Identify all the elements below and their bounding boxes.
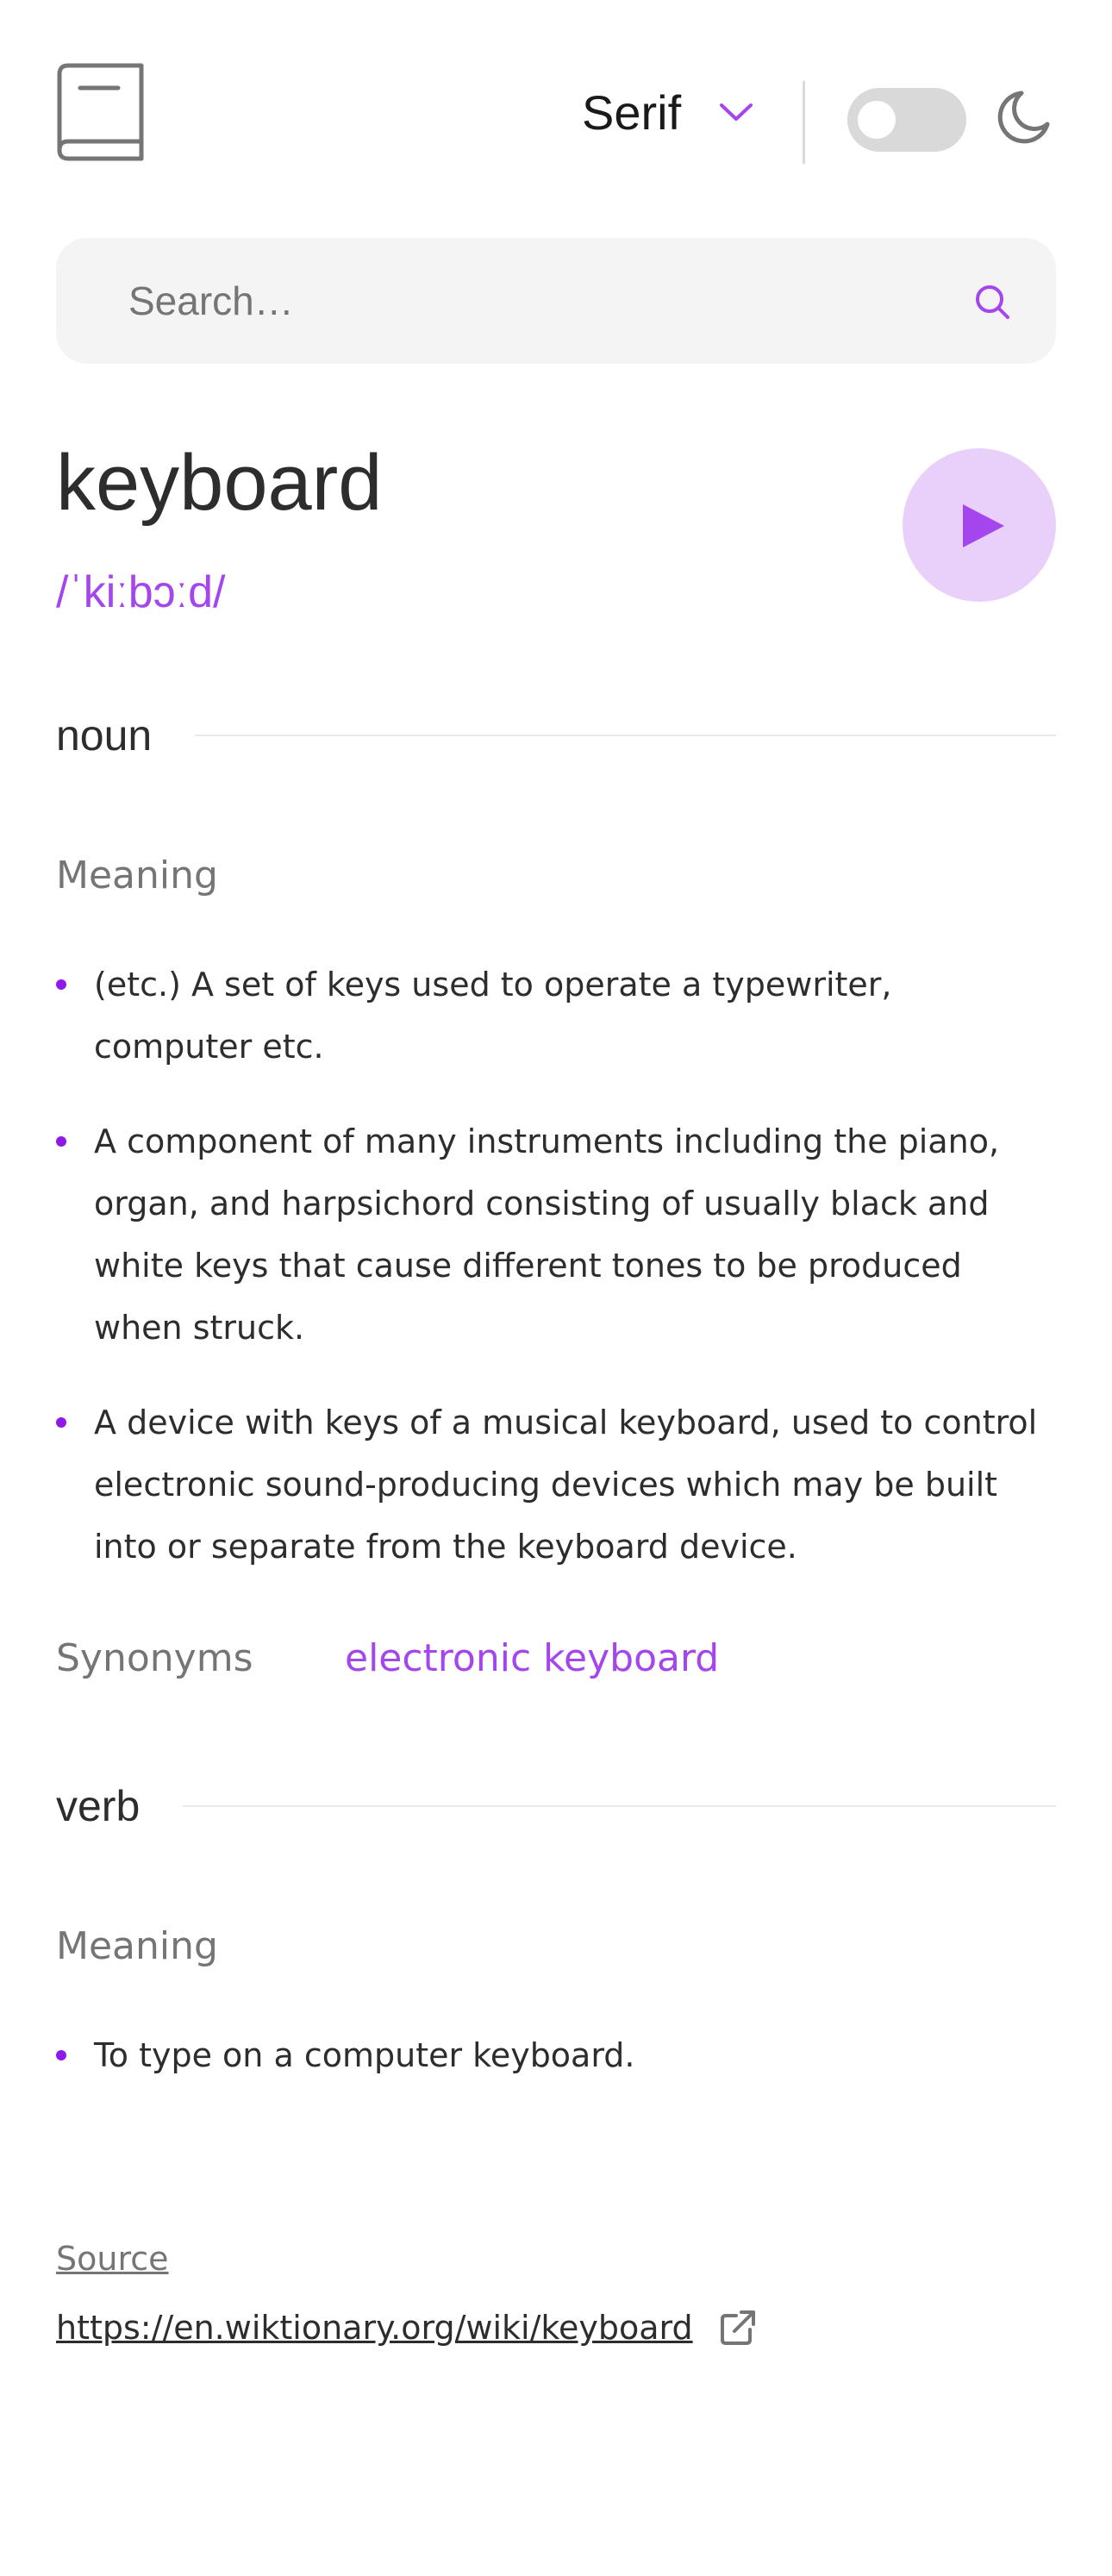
list-item: A device with keys of a musical keyboard…	[56, 1391, 1056, 1578]
bullet	[56, 979, 66, 990]
chevron-down-icon	[720, 103, 753, 121]
external-link-icon[interactable]	[719, 2309, 757, 2347]
bullet	[56, 1136, 66, 1147]
word-phonetic: /ˈkiːbɔːd/	[56, 567, 226, 617]
meaning-text: A device with keys of a musical keyboard…	[94, 1404, 1038, 1566]
theme-toggle-knob	[858, 101, 896, 139]
pos-heading-noun: noun	[56, 705, 1056, 766]
list-item: To type on a computer keyboard.	[56, 2024, 1056, 2086]
play-audio-button[interactable]	[903, 448, 1056, 602]
search-bar	[56, 238, 1056, 364]
pos-heading-verb: verb	[56, 1776, 1056, 1836]
meaning-label: Meaning	[56, 1924, 218, 1968]
synonyms-label: Synonyms	[56, 1636, 253, 1680]
meaning-label: Meaning	[56, 853, 218, 897]
search-input[interactable]	[128, 238, 904, 364]
pos-label: noun	[56, 711, 153, 760]
synonyms-row: Synonyms electronic keyboard	[56, 1636, 719, 1680]
meaning-text: A component of many instruments includin…	[94, 1122, 1000, 1347]
meaning-list-verb: To type on a computer keyboard.	[56, 2024, 1056, 2119]
meaning-list-noun: (etc.) A set of keys used to operate a t…	[56, 953, 1056, 1610]
source-label: Source	[56, 2240, 169, 2278]
theme-toggle[interactable]	[847, 88, 966, 152]
search-icon[interactable]	[973, 283, 1011, 321]
list-item: A component of many instruments includin…	[56, 1110, 1056, 1359]
bullet	[56, 2050, 66, 2060]
book-icon[interactable]	[56, 62, 145, 162]
source-link[interactable]: https://en.wiktionary.org/wiki/keyboard	[56, 2309, 757, 2347]
pos-divider	[183, 1805, 1056, 1807]
word-title: keyboard	[56, 439, 383, 527]
moon-icon	[997, 91, 1050, 144]
play-icon	[963, 504, 1004, 547]
header-divider	[803, 81, 805, 164]
header: Serif	[56, 62, 1056, 164]
pos-label: verb	[56, 1782, 141, 1830]
bullet	[56, 1417, 66, 1428]
meaning-text: To type on a computer keyboard.	[94, 2036, 635, 2074]
pos-divider	[195, 735, 1056, 736]
font-select-label: Serif	[582, 84, 682, 140]
meaning-text: (etc.) A set of keys used to operate a t…	[94, 966, 892, 1066]
list-item: (etc.) A set of keys used to operate a t…	[56, 953, 1056, 1078]
synonym-link[interactable]: electronic keyboard	[345, 1636, 719, 1680]
font-select[interactable]: Serif	[582, 84, 753, 140]
source-url[interactable]: https://en.wiktionary.org/wiki/keyboard	[56, 2309, 693, 2347]
